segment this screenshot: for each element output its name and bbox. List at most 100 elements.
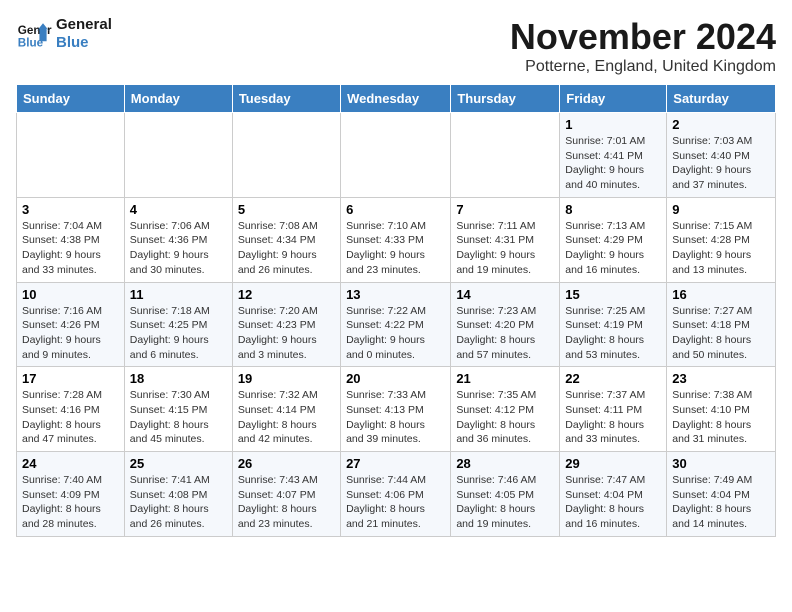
day-number: 24 <box>22 456 119 471</box>
day-number: 28 <box>456 456 554 471</box>
title-block: November 2024 Potterne, England, United … <box>510 16 776 76</box>
day-info: Sunrise: 7:47 AM Sunset: 4:04 PM Dayligh… <box>565 473 661 532</box>
page-header: General Blue General Blue November 2024 … <box>16 16 776 76</box>
day-info: Sunrise: 7:32 AM Sunset: 4:14 PM Dayligh… <box>238 388 335 447</box>
day-number: 4 <box>130 202 227 217</box>
calendar-cell: 2 Sunrise: 7:03 AM Sunset: 4:40 PM Daylig… <box>667 113 776 198</box>
day-info: Sunrise: 7:46 AM Sunset: 4:05 PM Dayligh… <box>456 473 554 532</box>
day-number: 6 <box>346 202 445 217</box>
day-info: Sunrise: 7:06 AM Sunset: 4:36 PM Dayligh… <box>130 219 227 278</box>
day-number: 21 <box>456 371 554 386</box>
day-header-saturday: Saturday <box>667 85 776 113</box>
day-info: Sunrise: 7:01 AM Sunset: 4:41 PM Dayligh… <box>565 134 661 193</box>
day-number: 2 <box>672 117 770 132</box>
calendar-cell: 30 Sunrise: 7:49 AM Sunset: 4:04 PM Dayli… <box>667 452 776 537</box>
calendar-cell: 24 Sunrise: 7:40 AM Sunset: 4:09 PM Dayli… <box>17 452 125 537</box>
day-info: Sunrise: 7:49 AM Sunset: 4:04 PM Dayligh… <box>672 473 770 532</box>
logo-blue: Blue <box>56 34 112 52</box>
day-header-friday: Friday <box>560 85 667 113</box>
day-number: 19 <box>238 371 335 386</box>
calendar-cell: 3 Sunrise: 7:04 AM Sunset: 4:38 PM Daylig… <box>17 197 125 282</box>
calendar-cell: 7 Sunrise: 7:11 AM Sunset: 4:31 PM Daylig… <box>451 197 560 282</box>
day-number: 1 <box>565 117 661 132</box>
day-info: Sunrise: 7:30 AM Sunset: 4:15 PM Dayligh… <box>130 388 227 447</box>
calendar-cell: 20 Sunrise: 7:33 AM Sunset: 4:13 PM Dayli… <box>341 367 451 452</box>
calendar-header-row: SundayMondayTuesdayWednesdayThursdayFrid… <box>17 85 776 113</box>
week-row-3: 10 Sunrise: 7:16 AM Sunset: 4:26 PM Dayli… <box>17 282 776 367</box>
calendar-cell: 5 Sunrise: 7:08 AM Sunset: 4:34 PM Daylig… <box>232 197 340 282</box>
calendar-table: SundayMondayTuesdayWednesdayThursdayFrid… <box>16 84 776 537</box>
day-info: Sunrise: 7:40 AM Sunset: 4:09 PM Dayligh… <box>22 473 119 532</box>
day-header-sunday: Sunday <box>17 85 125 113</box>
calendar-cell <box>232 113 340 198</box>
day-number: 5 <box>238 202 335 217</box>
day-info: Sunrise: 7:20 AM Sunset: 4:23 PM Dayligh… <box>238 304 335 363</box>
day-number: 20 <box>346 371 445 386</box>
day-number: 25 <box>130 456 227 471</box>
calendar-cell: 18 Sunrise: 7:30 AM Sunset: 4:15 PM Dayli… <box>124 367 232 452</box>
month-title: November 2024 <box>510 16 776 58</box>
day-info: Sunrise: 7:13 AM Sunset: 4:29 PM Dayligh… <box>565 219 661 278</box>
week-row-2: 3 Sunrise: 7:04 AM Sunset: 4:38 PM Daylig… <box>17 197 776 282</box>
calendar-cell: 6 Sunrise: 7:10 AM Sunset: 4:33 PM Daylig… <box>341 197 451 282</box>
day-number: 22 <box>565 371 661 386</box>
calendar-cell: 11Sunrise: 7:18 AM Sunset: 4:25 PM Dayli… <box>124 282 232 367</box>
calendar-cell: 19 Sunrise: 7:32 AM Sunset: 4:14 PM Dayli… <box>232 367 340 452</box>
day-info: Sunrise: 7:43 AM Sunset: 4:07 PM Dayligh… <box>238 473 335 532</box>
day-number: 29 <box>565 456 661 471</box>
calendar-cell: 21 Sunrise: 7:35 AM Sunset: 4:12 PM Dayli… <box>451 367 560 452</box>
day-number: 30 <box>672 456 770 471</box>
calendar-cell: 16Sunrise: 7:27 AM Sunset: 4:18 PM Dayli… <box>667 282 776 367</box>
location-subtitle: Potterne, England, United Kingdom <box>510 58 776 76</box>
day-info: Sunrise: 7:04 AM Sunset: 4:38 PM Dayligh… <box>22 219 119 278</box>
day-number: 11 <box>130 287 227 302</box>
day-info: Sunrise: 7:22 AM Sunset: 4:22 PM Dayligh… <box>346 304 445 363</box>
day-number: 26 <box>238 456 335 471</box>
day-info: Sunrise: 7:35 AM Sunset: 4:12 PM Dayligh… <box>456 388 554 447</box>
calendar-cell <box>124 113 232 198</box>
calendar-cell: 15 Sunrise: 7:25 AM Sunset: 4:19 PM Dayli… <box>560 282 667 367</box>
calendar-cell: 4 Sunrise: 7:06 AM Sunset: 4:36 PM Daylig… <box>124 197 232 282</box>
day-info: Sunrise: 7:16 AM Sunset: 4:26 PM Dayligh… <box>22 304 119 363</box>
calendar-cell: 27Sunrise: 7:44 AM Sunset: 4:06 PM Dayli… <box>341 452 451 537</box>
day-info: Sunrise: 7:25 AM Sunset: 4:19 PM Dayligh… <box>565 304 661 363</box>
calendar-cell: 10 Sunrise: 7:16 AM Sunset: 4:26 PM Dayli… <box>17 282 125 367</box>
day-info: Sunrise: 7:33 AM Sunset: 4:13 PM Dayligh… <box>346 388 445 447</box>
calendar-cell: 9 Sunrise: 7:15 AM Sunset: 4:28 PM Daylig… <box>667 197 776 282</box>
calendar-cell <box>17 113 125 198</box>
day-info: Sunrise: 7:44 AM Sunset: 4:06 PM Dayligh… <box>346 473 445 532</box>
day-number: 18 <box>130 371 227 386</box>
calendar-cell: 8 Sunrise: 7:13 AM Sunset: 4:29 PM Daylig… <box>560 197 667 282</box>
day-info: Sunrise: 7:11 AM Sunset: 4:31 PM Dayligh… <box>456 219 554 278</box>
calendar-cell: 29 Sunrise: 7:47 AM Sunset: 4:04 PM Dayli… <box>560 452 667 537</box>
calendar-cell: 25Sunrise: 7:41 AM Sunset: 4:08 PM Dayli… <box>124 452 232 537</box>
calendar-cell: 1 Sunrise: 7:01 AM Sunset: 4:41 PM Daylig… <box>560 113 667 198</box>
day-info: Sunrise: 7:08 AM Sunset: 4:34 PM Dayligh… <box>238 219 335 278</box>
day-header-monday: Monday <box>124 85 232 113</box>
day-info: Sunrise: 7:37 AM Sunset: 4:11 PM Dayligh… <box>565 388 661 447</box>
calendar-cell: 26 Sunrise: 7:43 AM Sunset: 4:07 PM Dayli… <box>232 452 340 537</box>
day-number: 7 <box>456 202 554 217</box>
day-info: Sunrise: 7:23 AM Sunset: 4:20 PM Dayligh… <box>456 304 554 363</box>
calendar-cell: 13Sunrise: 7:22 AM Sunset: 4:22 PM Dayli… <box>341 282 451 367</box>
day-number: 17 <box>22 371 119 386</box>
day-info: Sunrise: 7:27 AM Sunset: 4:18 PM Dayligh… <box>672 304 770 363</box>
calendar-cell: 17 Sunrise: 7:28 AM Sunset: 4:16 PM Dayli… <box>17 367 125 452</box>
calendar-cell: 22 Sunrise: 7:37 AM Sunset: 4:11 PM Dayli… <box>560 367 667 452</box>
day-number: 8 <box>565 202 661 217</box>
day-info: Sunrise: 7:28 AM Sunset: 4:16 PM Dayligh… <box>22 388 119 447</box>
calendar-cell: 12Sunrise: 7:20 AM Sunset: 4:23 PM Dayli… <box>232 282 340 367</box>
day-header-wednesday: Wednesday <box>341 85 451 113</box>
day-number: 15 <box>565 287 661 302</box>
day-number: 3 <box>22 202 119 217</box>
calendar-cell: 23 Sunrise: 7:38 AM Sunset: 4:10 PM Dayli… <box>667 367 776 452</box>
day-number: 23 <box>672 371 770 386</box>
day-number: 14 <box>456 287 554 302</box>
day-info: Sunrise: 7:10 AM Sunset: 4:33 PM Dayligh… <box>346 219 445 278</box>
day-info: Sunrise: 7:15 AM Sunset: 4:28 PM Dayligh… <box>672 219 770 278</box>
day-info: Sunrise: 7:03 AM Sunset: 4:40 PM Dayligh… <box>672 134 770 193</box>
day-number: 9 <box>672 202 770 217</box>
day-number: 10 <box>22 287 119 302</box>
day-info: Sunrise: 7:38 AM Sunset: 4:10 PM Dayligh… <box>672 388 770 447</box>
day-header-tuesday: Tuesday <box>232 85 340 113</box>
